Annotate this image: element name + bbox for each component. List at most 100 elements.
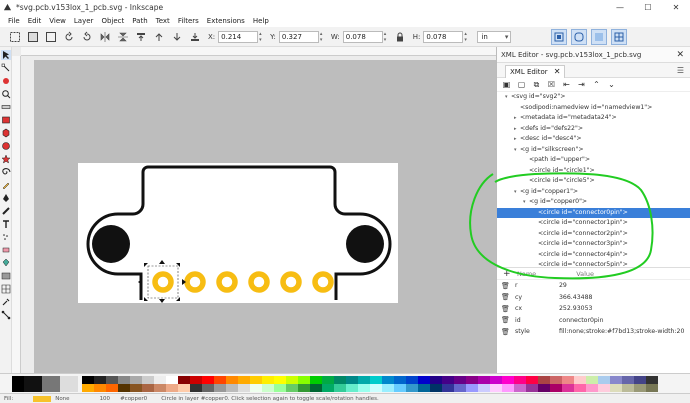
palette-swatch[interactable] — [12, 376, 24, 392]
xml-node-tree[interactable]: ▾ <svg id="svg2"> <sodipodi:namedview id="… — [497, 92, 690, 268]
palette-swatch[interactable] — [118, 384, 130, 392]
palette-swatch[interactable] — [478, 376, 490, 384]
palette-swatch[interactable] — [358, 384, 370, 392]
palette-swatch[interactable] — [24, 376, 42, 392]
palette-swatch[interactable] — [610, 384, 622, 392]
attribute-value[interactable]: 252.93053 — [559, 305, 690, 312]
palette-swatch[interactable] — [526, 384, 538, 392]
attribute-value[interactable]: fill:none;stroke:#f7bd13;stroke-width:20 — [559, 328, 690, 335]
x-field[interactable]: 0.214 — [218, 30, 259, 43]
dock-close-icon[interactable]: ✕ — [676, 50, 684, 60]
xml-node[interactable]: ▸ <desc id="desc4"> — [497, 134, 690, 145]
unit-select[interactable]: in — [477, 30, 512, 43]
palette-swatch[interactable] — [610, 376, 622, 384]
delete-attribute-icon[interactable]: 🗑 — [497, 328, 510, 336]
palette-swatch[interactable] — [214, 384, 226, 392]
delete-attribute-icon[interactable]: 🗑 — [497, 293, 510, 301]
tweak-tool-icon[interactable] — [1, 76, 11, 86]
connector-tool-icon[interactable] — [1, 310, 11, 320]
palette-swatch[interactable] — [60, 376, 78, 392]
palette-swatch[interactable] — [142, 384, 154, 392]
attribute-row[interactable]: 🗑 cx 252.93053 — [497, 303, 690, 315]
palette-swatch[interactable] — [622, 384, 634, 392]
palette-swatch[interactable] — [178, 384, 190, 392]
unindent-node-icon[interactable]: ⇤ — [562, 80, 571, 89]
palette-swatch[interactable] — [634, 384, 646, 392]
tab-xml-editor[interactable]: XML Editor ✕ — [505, 64, 566, 78]
palette-swatch[interactable] — [262, 384, 274, 392]
palette-swatch[interactable] — [346, 384, 358, 392]
pen-tool-icon[interactable] — [1, 193, 11, 203]
palette-swatch[interactable] — [250, 384, 262, 392]
pcb-drawing[interactable] — [78, 163, 398, 303]
move-gradients-toggle[interactable] — [591, 28, 608, 45]
deselect-icon[interactable] — [45, 31, 57, 43]
rotate-ccw-icon[interactable] — [63, 31, 75, 43]
menu-edit[interactable]: Edit — [24, 17, 46, 25]
palette-swatch[interactable] — [550, 384, 562, 392]
palette-swatch[interactable] — [466, 376, 478, 384]
palette-swatch[interactable] — [646, 384, 658, 392]
attribute-value[interactable]: connector0pin — [559, 317, 690, 324]
new-text-node-icon[interactable]: ▢ — [517, 80, 526, 89]
palette-swatch[interactable] — [130, 376, 142, 384]
xml-node[interactable]: ▸ <metadata id="metadata24"> — [497, 113, 690, 124]
palette-swatch[interactable] — [370, 384, 382, 392]
palette-swatch[interactable] — [598, 384, 610, 392]
palette-swatch[interactable] — [442, 376, 454, 384]
attribute-row[interactable]: 🗑 cy 366.43488 — [497, 292, 690, 304]
palette-swatch[interactable] — [94, 384, 106, 392]
palette-swatch[interactable] — [334, 376, 346, 384]
attribute-row[interactable]: 🗑 style fill:none;stroke:#f7bd13;stroke-wi… — [497, 326, 690, 338]
palette-swatch[interactable] — [106, 376, 118, 384]
xml-node[interactable]: <sodipodi:namedview id="namedview1"> — [497, 103, 690, 114]
xml-node[interactable]: ▸ <defs id="defs22"> — [497, 124, 690, 135]
palette-swatch[interactable] — [262, 376, 274, 384]
palette-swatch[interactable] — [502, 376, 514, 384]
selector-tool-icon[interactable] — [1, 50, 11, 60]
palette-swatch[interactable] — [550, 376, 562, 384]
text-tool-icon[interactable] — [1, 219, 11, 229]
palette-swatch[interactable] — [322, 384, 334, 392]
xml-node[interactable]: <path id="upper"> — [497, 155, 690, 166]
color-palette[interactable] — [0, 373, 690, 393]
layer-indicator[interactable]: #copper0 — [120, 396, 147, 402]
raise-icon[interactable] — [153, 31, 165, 43]
palette-swatch[interactable] — [274, 376, 286, 384]
menu-object[interactable]: Object — [97, 17, 128, 25]
delete-attribute-icon[interactable]: 🗑 — [497, 305, 510, 313]
spray-tool-icon[interactable] — [1, 232, 11, 242]
palette-swatch[interactable] — [406, 376, 418, 384]
palette-swatch[interactable] — [418, 384, 430, 392]
add-attribute-icon[interactable]: + — [503, 269, 511, 279]
palette-swatch[interactable] — [214, 376, 226, 384]
zoom-tool-icon[interactable] — [1, 89, 11, 99]
tab-close-icon[interactable]: ✕ — [554, 67, 561, 76]
lower-icon[interactable] — [171, 31, 183, 43]
y-field[interactable]: 0.327 — [278, 30, 319, 43]
flip-horizontal-icon[interactable] — [99, 31, 111, 43]
palette-swatch[interactable] — [82, 384, 94, 392]
palette-swatch[interactable] — [238, 376, 250, 384]
palette-swatch[interactable] — [286, 384, 298, 392]
dropper-tool-icon[interactable] — [1, 297, 11, 307]
select-all-icon[interactable] — [9, 31, 21, 43]
palette-swatch[interactable] — [538, 376, 550, 384]
palette-swatch[interactable] — [154, 376, 166, 384]
indent-node-icon[interactable]: ⇥ — [577, 80, 586, 89]
y-spinner[interactable]: ▴ ▾ — [320, 31, 327, 43]
dock-menu-icon[interactable]: ☰ — [677, 66, 684, 75]
xml-node[interactable]: <circle id="connector0pin"> — [497, 207, 690, 218]
rect-tool-icon[interactable] — [1, 115, 11, 125]
palette-swatch[interactable] — [250, 376, 262, 384]
mesh-tool-icon[interactable] — [1, 284, 11, 294]
palette-swatch[interactable] — [106, 384, 118, 392]
lower-node-icon[interactable]: ⌄ — [607, 80, 616, 89]
palette-swatch[interactable] — [574, 384, 586, 392]
x-spinner[interactable]: ▴ ▾ — [259, 31, 266, 43]
palette-swatch[interactable] — [526, 376, 538, 384]
xml-node[interactable]: ▾ <g id="silkscreen"> — [497, 145, 690, 156]
select-all-layers-icon[interactable] — [27, 31, 39, 43]
menu-extensions[interactable]: Extensions — [203, 17, 249, 25]
palette-swatch[interactable] — [454, 376, 466, 384]
